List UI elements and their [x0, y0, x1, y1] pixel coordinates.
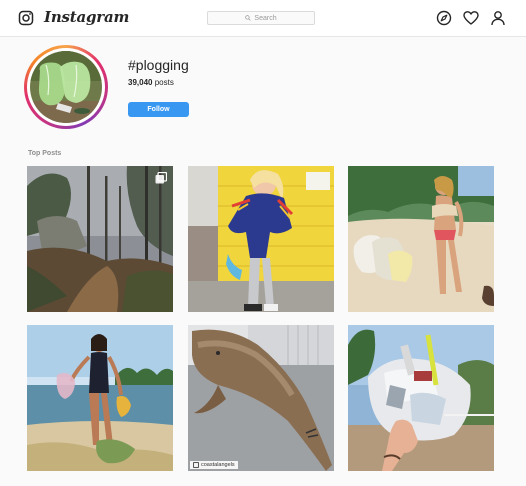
woman-swimsuit-beach-photo	[27, 325, 173, 471]
photo-credit-label: coastalangels	[201, 462, 235, 468]
hashtag-title: #plogging	[128, 57, 189, 73]
multiple-posts-icon	[155, 172, 167, 184]
heart-icon[interactable]	[463, 10, 479, 26]
forest-path-photo	[27, 166, 173, 312]
search-input[interactable]: Search	[207, 11, 315, 25]
photo-credit: coastalangels	[190, 461, 238, 469]
posts-count-label: posts	[154, 78, 174, 87]
search-placeholder: Search	[254, 14, 277, 22]
woman-beach-trash-photo	[348, 166, 494, 312]
top-posts-heading: Top Posts	[28, 150, 62, 157]
hashtag-avatar	[24, 45, 108, 129]
post-tile-5[interactable]: coastalangels	[188, 325, 334, 471]
post-tile-3[interactable]	[348, 166, 494, 312]
woman-yellow-wall-photo	[188, 166, 334, 312]
search-icon	[245, 15, 252, 21]
post-tile-1[interactable]	[27, 166, 173, 312]
compass-icon[interactable]	[436, 10, 452, 26]
hand-plastic-waste-photo	[348, 325, 494, 471]
posts-count: 39,040 posts	[128, 78, 174, 87]
post-tile-2[interactable]	[188, 166, 334, 312]
user-icon[interactable]	[490, 10, 506, 26]
posts-count-value: 39,040	[128, 78, 153, 87]
top-navigation-bar: Instagram Search	[0, 0, 526, 37]
dolphin-photo	[188, 325, 334, 471]
instagram-glyph-icon[interactable]	[18, 10, 34, 26]
post-tile-4[interactable]	[27, 325, 173, 471]
follow-button[interactable]: Follow	[128, 102, 189, 117]
trash-bags-photo	[30, 51, 102, 123]
instagram-wordmark[interactable]: Instagram	[44, 8, 129, 26]
post-tile-6[interactable]	[348, 325, 494, 471]
repost-icon	[193, 462, 199, 468]
